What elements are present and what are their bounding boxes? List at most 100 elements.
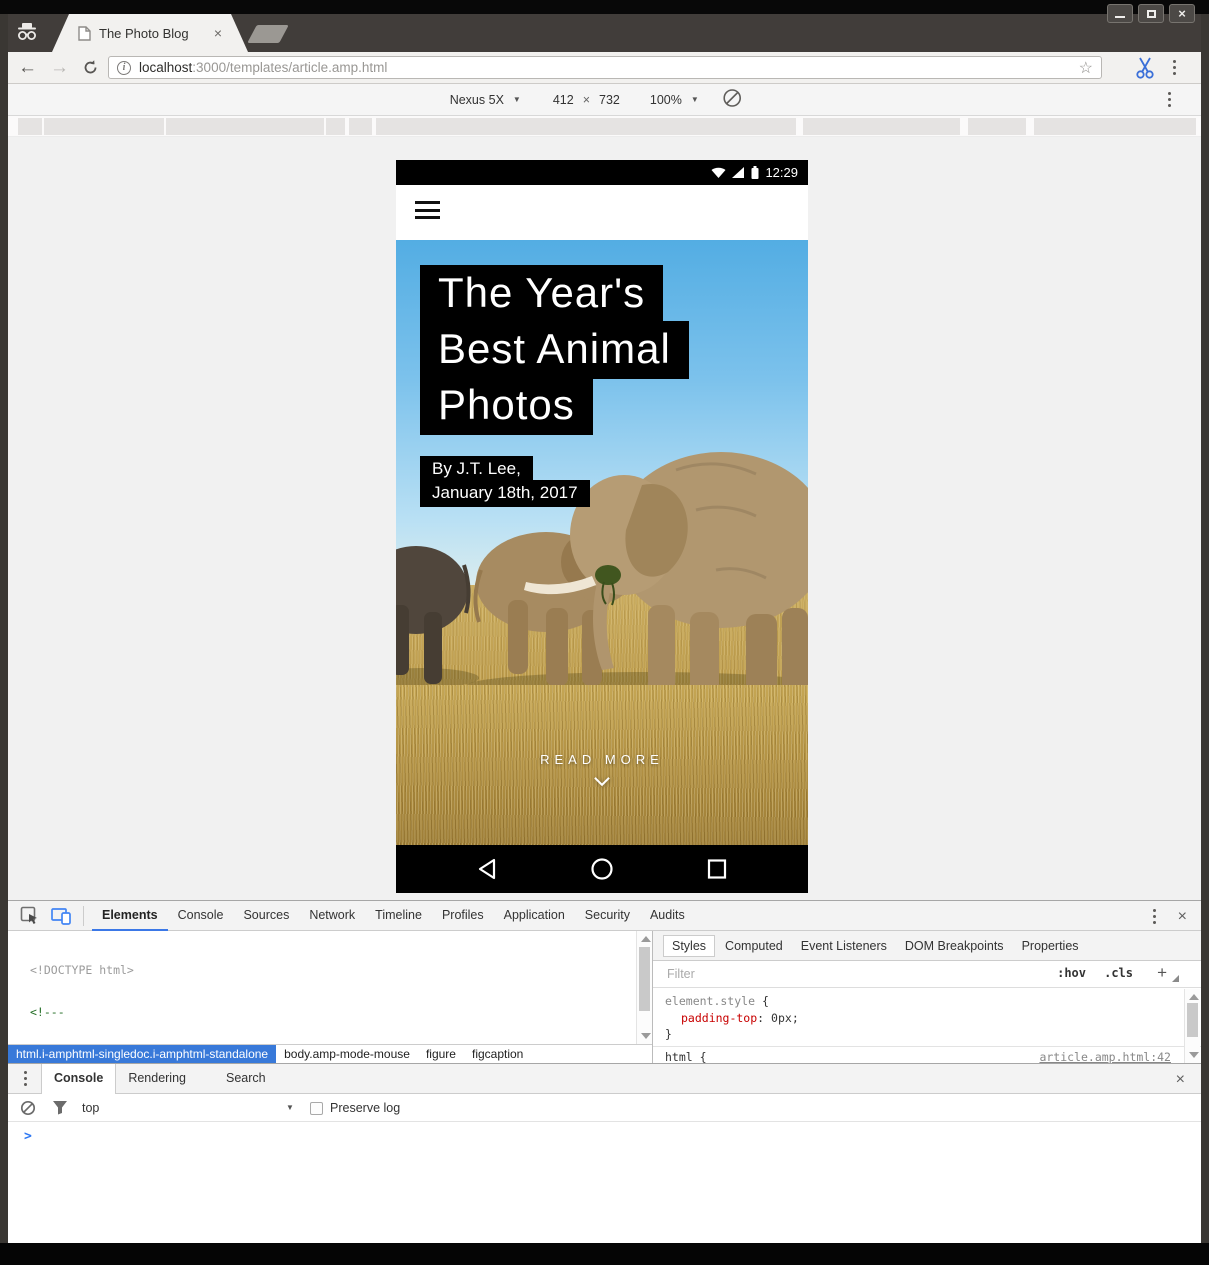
minimize-icon bbox=[1115, 16, 1125, 18]
styles-panel-scrollbar[interactable] bbox=[1184, 989, 1200, 1063]
drawer-menu-icon[interactable] bbox=[24, 1071, 27, 1086]
scroll-up-arrow[interactable] bbox=[1189, 994, 1199, 1000]
scrollbar-thumb[interactable] bbox=[639, 947, 650, 1011]
media-query-segment[interactable] bbox=[1034, 118, 1196, 135]
dom-comment-line[interactable]: <!--- bbox=[30, 1006, 636, 1020]
devtools-tab-console[interactable]: Console bbox=[168, 901, 234, 931]
devtools-tab-network[interactable]: Network bbox=[299, 901, 365, 931]
zoom-select[interactable]: 100% bbox=[650, 93, 682, 107]
dom-tree[interactable]: <!DOCTYPE html> <!--- Copyright 2017 The… bbox=[8, 931, 636, 1044]
semicolon: ; bbox=[792, 1011, 799, 1025]
clear-console-icon[interactable] bbox=[20, 1100, 36, 1121]
css-property[interactable]: padding-top bbox=[681, 1011, 757, 1025]
drawer-close-button[interactable]: × bbox=[1176, 1071, 1185, 1089]
new-tab-button[interactable] bbox=[247, 25, 289, 43]
drawer-tab-rendering[interactable]: Rendering bbox=[116, 1064, 198, 1094]
back-button[interactable]: ← bbox=[18, 55, 37, 81]
media-query-segment[interactable] bbox=[968, 118, 1026, 135]
breadcrumb-html[interactable]: html.i-amphtml-singledoc.i-amphtml-stand… bbox=[8, 1045, 276, 1063]
sidebar-tab-properties[interactable]: Properties bbox=[1014, 936, 1087, 956]
devtools-tab-elements[interactable]: Elements bbox=[92, 901, 168, 931]
android-overview-button[interactable] bbox=[706, 857, 728, 881]
minimize-button[interactable] bbox=[1107, 4, 1133, 23]
page-icon bbox=[78, 26, 91, 41]
bookmark-star-icon[interactable]: ☆ bbox=[1079, 58, 1093, 78]
toggle-device-toolbar-icon[interactable] bbox=[51, 907, 71, 925]
maximize-icon bbox=[1147, 10, 1156, 18]
drawer-tab-console[interactable]: Console bbox=[41, 1064, 116, 1094]
filter-icon[interactable] bbox=[52, 1100, 68, 1120]
android-home-button[interactable] bbox=[590, 857, 614, 881]
devtools-tab-sources[interactable]: Sources bbox=[233, 901, 299, 931]
device-select[interactable]: Nexus 5X bbox=[450, 93, 504, 107]
sidebar-tab-event-listeners[interactable]: Event Listeners bbox=[793, 936, 895, 956]
device-toolbar-menu-icon[interactable] bbox=[1168, 92, 1171, 107]
scroll-down-arrow[interactable] bbox=[1189, 1052, 1199, 1058]
preserve-log-label[interactable]: Preserve log bbox=[330, 1101, 400, 1115]
drawer-tab-search[interactable]: Search bbox=[214, 1064, 278, 1094]
css-declaration[interactable]: padding-top: 0px; bbox=[665, 1010, 1201, 1027]
device-select-caret-icon[interactable]: ▼ bbox=[513, 95, 521, 104]
scrollbar-thumb[interactable] bbox=[1187, 1003, 1198, 1037]
read-more-link[interactable]: READ MORE bbox=[396, 752, 808, 767]
viewport-height-field[interactable]: 732 bbox=[599, 93, 620, 107]
devtools-menu-icon[interactable] bbox=[1153, 909, 1156, 924]
browser-tab[interactable]: The Photo Blog × bbox=[52, 14, 248, 52]
elements-panel-scrollbar[interactable] bbox=[636, 931, 652, 1044]
breadcrumb-body[interactable]: body.amp-mode-mouse bbox=[276, 1045, 418, 1063]
devtools-close-button[interactable]: × bbox=[1178, 910, 1187, 924]
zoom-select-caret-icon[interactable]: ▼ bbox=[691, 95, 699, 104]
media-query-segment[interactable] bbox=[803, 118, 960, 135]
media-query-segment[interactable] bbox=[18, 118, 42, 135]
reload-button[interactable] bbox=[82, 59, 99, 81]
viewport-width-field[interactable]: 412 bbox=[553, 93, 574, 107]
page-info-icon[interactable]: i bbox=[117, 61, 131, 75]
address-bar[interactable]: i localhost:3000/templates/article.amp.h… bbox=[108, 56, 1102, 79]
preserve-log-checkbox[interactable] bbox=[310, 1102, 323, 1115]
menu-icon[interactable] bbox=[415, 201, 440, 224]
execution-context-select[interactable]: top bbox=[82, 1101, 99, 1115]
devtools-tab-application[interactable]: Application bbox=[494, 901, 575, 931]
devtools-tab-timeline[interactable]: Timeline bbox=[365, 901, 432, 931]
media-query-segment[interactable] bbox=[376, 118, 796, 135]
browser-menu-icon[interactable] bbox=[1173, 60, 1176, 75]
style-rules[interactable]: element.style { padding-top: 0px; } html… bbox=[653, 988, 1201, 1065]
scroll-up-arrow[interactable] bbox=[641, 936, 651, 942]
context-select-caret-icon[interactable]: ▼ bbox=[286, 1103, 294, 1112]
sidebar-tab-styles[interactable]: Styles bbox=[663, 935, 715, 957]
devtools-tab-profiles[interactable]: Profiles bbox=[432, 901, 494, 931]
element-class-toggle[interactable]: .cls bbox=[1104, 966, 1133, 980]
console-prompt-chevron[interactable]: > bbox=[24, 1129, 32, 1144]
rule-selector[interactable]: element.style bbox=[665, 994, 755, 1008]
media-query-segment[interactable] bbox=[349, 118, 372, 135]
media-query-segment[interactable] bbox=[326, 118, 345, 135]
breadcrumb-figcaption[interactable]: figcaption bbox=[464, 1045, 531, 1063]
sidebar-tab-computed[interactable]: Computed bbox=[717, 936, 791, 956]
scroll-down-arrow[interactable] bbox=[641, 1033, 651, 1039]
devtools-tab-security[interactable]: Security bbox=[575, 901, 640, 931]
close-window-button[interactable]: × bbox=[1169, 4, 1195, 23]
console-messages-area[interactable]: > bbox=[8, 1122, 1201, 1243]
media-query-segment[interactable] bbox=[44, 118, 164, 135]
rule-selector[interactable]: html { bbox=[665, 1050, 707, 1064]
battery-icon bbox=[751, 166, 759, 179]
maximize-button[interactable] bbox=[1138, 4, 1164, 23]
dom-doctype-line[interactable]: <!DOCTYPE html> bbox=[30, 964, 636, 978]
devtools-tab-audits[interactable]: Audits bbox=[640, 901, 695, 931]
inspect-element-icon[interactable] bbox=[20, 906, 39, 925]
tab-close-button[interactable]: × bbox=[214, 26, 222, 40]
elements-panel[interactable]: <!DOCTYPE html> <!--- Copyright 2017 The… bbox=[8, 931, 636, 1044]
android-back-button[interactable] bbox=[476, 857, 498, 881]
pseudo-state-toggle[interactable]: :hov bbox=[1057, 966, 1086, 980]
forward-button[interactable]: → bbox=[50, 55, 69, 81]
open-brace: { bbox=[762, 994, 769, 1008]
css-value[interactable]: 0px bbox=[771, 1011, 792, 1025]
sidebar-tab-dom-breakpoints[interactable]: DOM Breakpoints bbox=[897, 936, 1012, 956]
new-style-rule-button[interactable]: + bbox=[1157, 963, 1167, 983]
rotate-viewport-icon[interactable] bbox=[722, 88, 742, 111]
scissors-extension-icon[interactable] bbox=[1134, 56, 1156, 85]
styles-filter-input[interactable]: Filter bbox=[667, 967, 695, 981]
breadcrumb-figure[interactable]: figure bbox=[418, 1045, 464, 1063]
media-query-segment[interactable] bbox=[166, 118, 324, 135]
inline-style-rule[interactable]: element.style { bbox=[665, 993, 1201, 1010]
